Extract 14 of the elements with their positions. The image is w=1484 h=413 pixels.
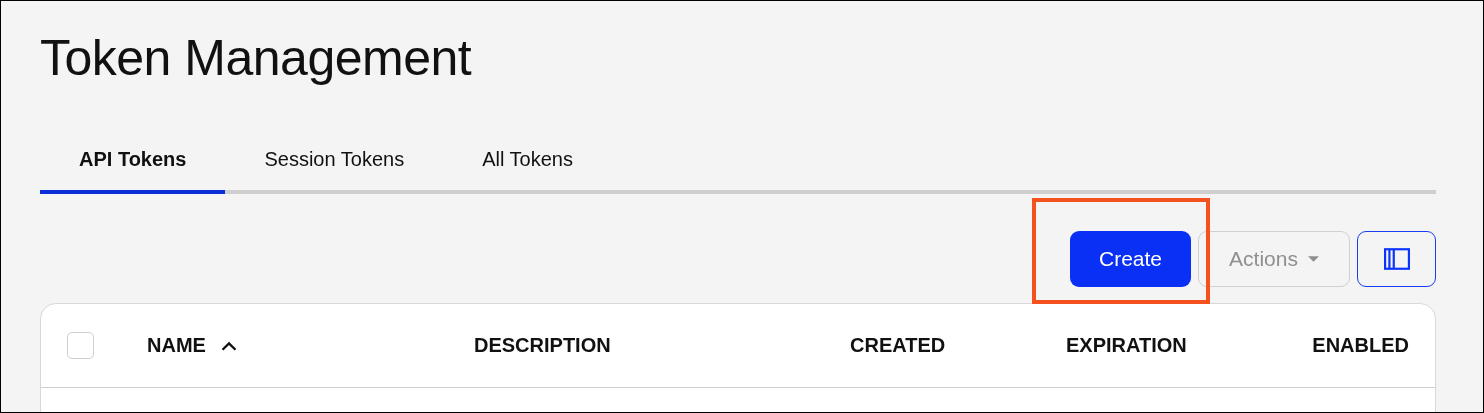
select-all-checkbox[interactable] [67,332,94,359]
columns-button[interactable] [1357,231,1436,287]
create-button[interactable]: Create [1070,231,1191,287]
column-header[interactable]: NAME [147,334,206,357]
tab[interactable]: All Tokens [443,147,612,194]
columns-icon [1383,248,1410,270]
page-title: Token Management [40,29,473,88]
tab[interactable]: API Tokens [40,147,226,194]
column-header[interactable]: DESCRIPTION [474,334,611,357]
column-header[interactable]: CREATED [850,334,946,357]
column-header[interactable]: EXPIRATION [1066,334,1187,357]
column-header[interactable]: ENABLED [1312,334,1409,357]
tab[interactable]: Session Tokens [225,147,444,194]
caret-icon [1307,256,1319,262]
